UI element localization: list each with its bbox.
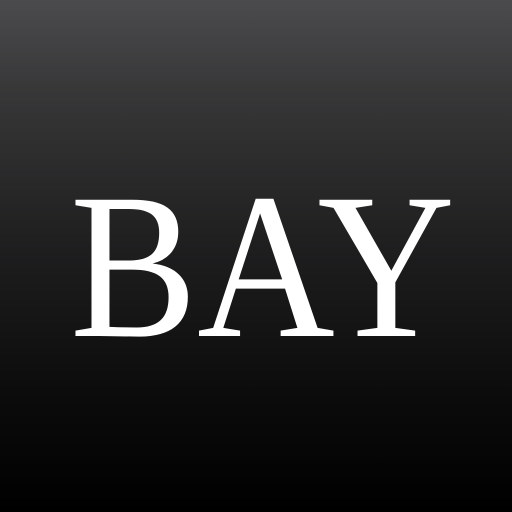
logo-text: BAY xyxy=(70,151,455,381)
app-icon: BAY xyxy=(0,0,512,512)
logo-wordmark: BAY xyxy=(70,151,455,381)
